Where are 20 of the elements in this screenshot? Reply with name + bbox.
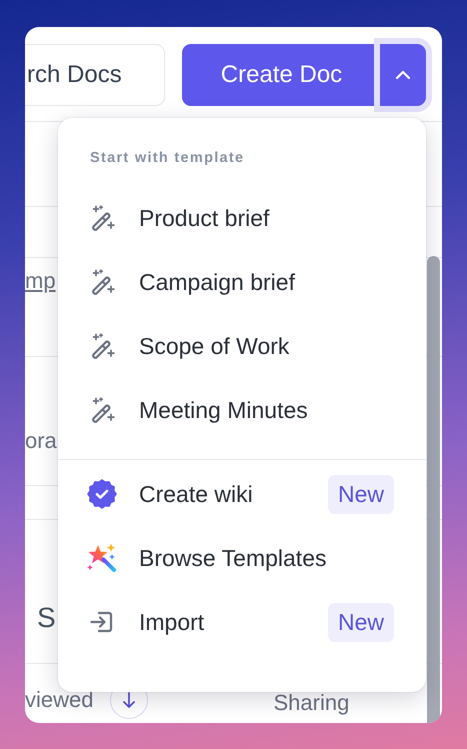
menu-item[interactable]: Campaign brief: [88, 250, 394, 314]
arrow-down-icon: [122, 691, 136, 709]
dropdown-toggle-button[interactable]: [380, 44, 426, 106]
menu-item[interactable]: Browse Templates: [88, 526, 394, 590]
magic-star-icon: [86, 542, 118, 574]
menu-item[interactable]: Scope of Work: [88, 314, 394, 378]
link[interactable]: mp: [25, 268, 56, 294]
menu-item[interactable]: Meeting Minutes: [88, 378, 394, 442]
verified-badge-icon: [87, 479, 117, 509]
scrollbar-thumb[interactable]: [427, 256, 440, 723]
caret-icon: [395, 70, 411, 80]
new-badge: New: [328, 602, 394, 642]
menu-item[interactable]: Import New: [88, 590, 394, 654]
menu-item[interactable]: Product brief: [88, 186, 394, 250]
new-badge: New: [328, 474, 394, 514]
menu-item[interactable]: Create wiki New: [88, 462, 394, 526]
section-label: Start with template: [90, 149, 244, 168]
cell-text: ora: [25, 428, 57, 454]
section-title: S: [36, 602, 56, 634]
search-button[interactable]: rch Docs: [25, 44, 165, 106]
